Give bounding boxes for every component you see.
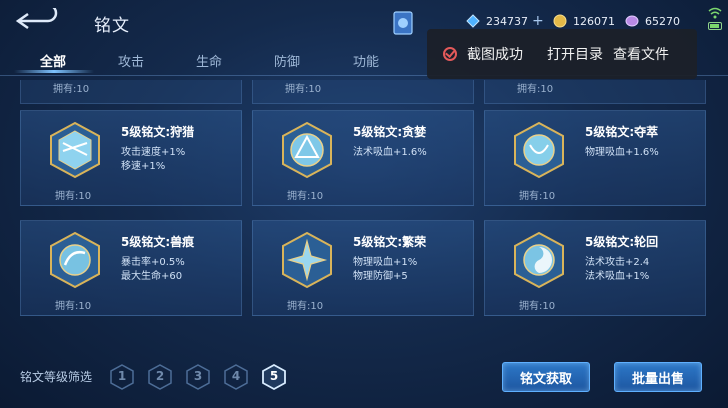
inscription-card-prosperity[interactable]: 5级铭文:繁荣 物理吸血+1% 物理防御+5 拥有:10 bbox=[252, 220, 474, 316]
inscription-name: 5级铭文:狩猎 bbox=[121, 125, 195, 139]
inscription-name: 5级铭文:轮回 bbox=[585, 235, 659, 249]
level-filter-2[interactable]: 2 bbox=[148, 364, 172, 390]
level-filter-1[interactable]: 1 bbox=[110, 364, 134, 390]
list-item[interactable]: 拥有:10 bbox=[252, 80, 474, 104]
owned-count: 拥有:10 bbox=[285, 84, 322, 95]
owned-count: 拥有:10 bbox=[519, 191, 556, 202]
tab-all[interactable]: 全部 bbox=[40, 51, 66, 70]
inscription-attr: 移速+1% bbox=[121, 161, 166, 172]
inscription-attr: 法术攻击+2.4 bbox=[585, 257, 650, 268]
inscription-attr: 法术吸血+1% bbox=[585, 271, 650, 282]
prosperity-inscription-icon bbox=[282, 231, 332, 289]
level-number: 4 bbox=[231, 369, 241, 383]
gold-coin-icon bbox=[553, 14, 567, 28]
obtain-inscription-button[interactable]: 铭文获取 bbox=[502, 362, 590, 392]
inscription-attr: 法术吸血+1.6% bbox=[353, 147, 427, 158]
tab-defense[interactable]: 防御 bbox=[274, 51, 300, 70]
owned-count: 拥有:10 bbox=[55, 301, 92, 312]
gold-amount: 126071 bbox=[573, 14, 615, 28]
inscription-card-greed[interactable]: 5级铭文:贪婪 法术吸血+1.6% 拥有:10 bbox=[252, 110, 474, 206]
level-number: 5 bbox=[269, 369, 279, 383]
inscription-name: 5级铭文:繁荣 bbox=[353, 235, 427, 249]
add-diamond-button[interactable]: + bbox=[532, 13, 544, 29]
plunder-inscription-icon bbox=[514, 121, 564, 179]
inscription-attr: 攻击速度+1% bbox=[121, 147, 186, 158]
reincarnation-inscription-icon bbox=[514, 231, 564, 289]
greed-inscription-icon bbox=[282, 121, 332, 179]
owned-count: 拥有:10 bbox=[55, 191, 92, 202]
toast-message: 截图成功 bbox=[467, 47, 523, 63]
list-item[interactable]: 拥有:10 bbox=[484, 80, 706, 104]
level-filter-5[interactable]: 5 bbox=[262, 363, 286, 391]
bulk-sell-button[interactable]: 批量出售 bbox=[614, 362, 702, 392]
tab-attack[interactable]: 攻击 bbox=[118, 51, 144, 70]
owned-count: 拥有:10 bbox=[53, 84, 90, 95]
level-number: 1 bbox=[117, 369, 127, 383]
back-arrow-icon[interactable] bbox=[14, 8, 60, 34]
partial-row: 拥有:10 拥有:10 拥有:10 bbox=[20, 80, 708, 104]
level-number: 3 bbox=[193, 369, 203, 383]
screenshot-toast: 截图成功 打开目录 查看文件 bbox=[427, 29, 697, 79]
owned-count: 拥有:10 bbox=[287, 191, 324, 202]
success-check-icon bbox=[443, 47, 457, 61]
inscription-attr: 物理防御+5 bbox=[353, 271, 408, 282]
inscription-card-icon[interactable] bbox=[392, 10, 414, 36]
owned-count: 拥有:10 bbox=[519, 301, 556, 312]
level-filter-3[interactable]: 3 bbox=[186, 364, 210, 390]
page-title: 铭文 bbox=[94, 16, 130, 36]
diamond-amount: 234737 bbox=[486, 14, 528, 28]
inscription-card-plunder[interactable]: 5级铭文:夺萃 物理吸血+1.6% 拥有:10 bbox=[484, 110, 706, 206]
open-directory-link[interactable]: 打开目录 bbox=[547, 44, 603, 64]
inscription-name: 5级铭文:贪婪 bbox=[353, 125, 427, 139]
inscription-name: 5级铭文:夺萃 bbox=[585, 125, 659, 139]
inscription-attr: 物理吸血+1% bbox=[353, 257, 418, 268]
crystal-icon bbox=[625, 15, 639, 27]
tab-health[interactable]: 生命 bbox=[196, 51, 222, 70]
inscription-card-beast-mark[interactable]: 5级铭文:兽痕 暴击率+0.5% 最大生命+60 拥有:10 bbox=[20, 220, 242, 316]
beast-mark-inscription-icon bbox=[50, 231, 100, 289]
owned-count: 拥有:10 bbox=[517, 84, 554, 95]
crystal-currency: 65270 bbox=[625, 12, 680, 30]
diamond-icon bbox=[466, 14, 480, 28]
list-item[interactable]: 拥有:10 bbox=[20, 80, 242, 104]
tab-function[interactable]: 功能 bbox=[353, 51, 379, 70]
hunting-inscription-icon bbox=[50, 121, 100, 179]
crystal-amount: 65270 bbox=[645, 14, 680, 28]
level-number: 2 bbox=[155, 369, 165, 383]
gold-currency: 126071 bbox=[553, 12, 615, 30]
battery-icon bbox=[708, 22, 722, 30]
inscription-card-hunting[interactable]: 5级铭文:狩猎 攻击速度+1% 移速+1% 拥有:10 bbox=[20, 110, 242, 206]
level-filter-4[interactable]: 4 bbox=[224, 364, 248, 390]
wifi-icon bbox=[708, 7, 722, 19]
owned-count: 拥有:10 bbox=[287, 301, 324, 312]
inscription-attr: 物理吸血+1.6% bbox=[585, 147, 659, 158]
level-filter-label: 铭文等级筛选 bbox=[20, 370, 93, 384]
inscription-name: 5级铭文:兽痕 bbox=[121, 235, 195, 249]
inscription-attr: 暴击率+0.5% bbox=[121, 257, 185, 268]
inscription-attr: 最大生命+60 bbox=[121, 271, 183, 282]
inscription-card-reincarnation[interactable]: 5级铭文:轮回 法术攻击+2.4 法术吸血+1% 拥有:10 bbox=[484, 220, 706, 316]
bottom-bar: 铭文等级筛选 1 2 3 4 5 铭文获取 批量出售 bbox=[0, 352, 728, 408]
view-file-link[interactable]: 查看文件 bbox=[613, 44, 669, 64]
active-tab-indicator bbox=[14, 70, 94, 73]
diamond-currency: 234737 + bbox=[466, 12, 544, 30]
